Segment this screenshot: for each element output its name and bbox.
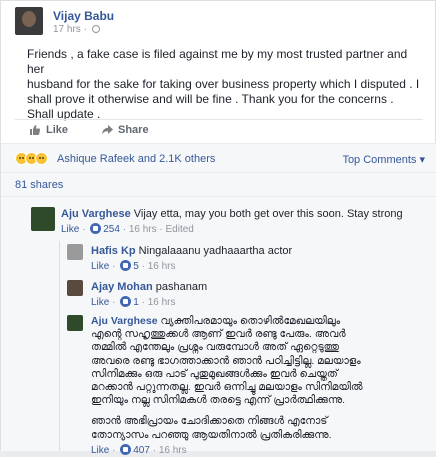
reply-thread-line — [59, 241, 60, 451]
reply-body: Ajay Mohan pashanam Like · 1 · 16 hrs — [91, 280, 421, 310]
haha-reaction-icon — [35, 152, 48, 165]
reply-author[interactable]: Hafis Kp — [91, 245, 136, 257]
reactions-bar: Ashique Rafeek and 2.1K others Top Comme… — [1, 143, 436, 173]
replier-avatar[interactable] — [67, 315, 83, 331]
post-time[interactable]: 17 hrs · — [53, 24, 100, 35]
author-name[interactable]: Vijay Babu — [53, 9, 114, 23]
reply-message: pashanam — [152, 281, 208, 293]
comment-like-link[interactable]: Like — [61, 224, 79, 235]
comment-text: Aju Varghese Vijay etta, may you both ge… — [61, 207, 421, 221]
post-text-line: shall prove it otherwise and will be fin… — [27, 92, 394, 106]
reply-text-line: മറക്കാൻ പറ്റുന്നതല്ല. ഇവർ ഒന്നിച്ചു മലയാ… — [91, 381, 363, 394]
comment-author[interactable]: Aju Varghese — [61, 208, 131, 220]
post-card: Vijay Babu 17 hrs · Friends , a fake cas… — [0, 0, 436, 456]
post-timestamp[interactable]: 17 hrs · — [53, 24, 87, 35]
share-label: Share — [118, 124, 149, 136]
like-count-icon — [120, 260, 132, 271]
reply-text-spacer — [91, 407, 431, 415]
like-count-icon — [120, 296, 132, 307]
post-text: Friends , a fake case is filed against m… — [27, 47, 427, 122]
thumbs-up-icon — [30, 125, 41, 135]
reply-time: · 16 hrs — [138, 261, 176, 272]
share-icon — [102, 125, 113, 135]
reply-body: Aju Varghese വ്യക്തിപരമായും തൊഴിൽമേഖലയില… — [91, 315, 431, 457]
reply-time: · 16 hrs — [138, 297, 176, 308]
like-button[interactable]: Like — [29, 124, 68, 136]
reply-text-line: അവരെ രണ്ടു ഭാഗത്താക്കാൻ ഞാൻ പഠിച്ചിട്ടില… — [91, 354, 361, 367]
reply-text-line: എന്റെ സഹൃത്തുക്കൾ ആണ് ഇവർ രണ്ടു പേരും. അ… — [91, 328, 346, 341]
reply-text-line: തോന്യാസം പറഞ്ഞു ആയതിനാൽ പ്രതികരിക്കുന്നു… — [91, 428, 332, 441]
reply-like-link[interactable]: Like — [91, 445, 109, 456]
shares-count[interactable]: 81 shares — [15, 179, 63, 191]
reply-text: Ajay Mohan pashanam — [91, 280, 421, 294]
commenter-avatar[interactable] — [31, 207, 55, 231]
comment-meta: Like · 254 · 16 hrs · Edited — [61, 223, 194, 235]
replier-avatar[interactable] — [67, 244, 83, 260]
shares-row: 81 shares — [1, 173, 436, 197]
like-label: Like — [46, 124, 69, 136]
reply-text-line: സിനിമക്കും ഒരു പാട് പുതുമുഖങ്ങൾക്കും ഇവർ… — [91, 367, 338, 380]
reply-like-link[interactable]: Like — [91, 261, 109, 272]
reaction-summary[interactable]: Ashique Rafeek and 2.1K others — [57, 153, 215, 165]
reply-like-link[interactable]: Like — [91, 297, 109, 308]
comment-like-count[interactable]: 254 — [103, 224, 120, 235]
author-avatar[interactable] — [15, 7, 43, 35]
reply-text-line: തമ്മിൽ എന്തേലും പ്രശ്നം വരുമ്പോൾ അത് ഏറ്… — [91, 341, 339, 354]
reply-like-count[interactable]: 407 — [133, 445, 150, 456]
reply-author[interactable]: Ajay Mohan — [91, 281, 153, 293]
globe-icon — [91, 25, 100, 33]
like-count-icon — [90, 223, 102, 234]
post-text-line: husband for the sake for taking over bus… — [27, 77, 420, 91]
reply-time: · 16 hrs — [149, 444, 187, 456]
reply-text-line: Aju Varghese വ്യക്തിപരമായും തൊഴിൽമേഖലയില… — [91, 315, 431, 328]
comment-time: · 16 hrs · Edited — [119, 224, 194, 235]
comments-area: Aju Varghese Vijay etta, may you both ge… — [1, 197, 436, 456]
top-comments-dropdown[interactable]: Top Comments ▾ — [342, 153, 425, 166]
reply-message: വ്യക്തിപരമായും തൊഴിൽമേഖലയിലും — [157, 315, 341, 327]
action-bar: Like Share — [15, 119, 423, 141]
reaction-icons[interactable] — [15, 152, 48, 165]
reply-text: Hafis Kp Ningalaaanu yadhaaartha actor — [91, 244, 421, 258]
reply-meta: Like · 5 · 16 hrs — [91, 260, 176, 272]
reply-message: Ningalaaanu yadhaaartha actor — [135, 245, 293, 257]
post-text-line: Friends , a fake case is filed against m… — [27, 47, 408, 76]
reply-author[interactable]: Aju Varghese — [91, 315, 158, 327]
share-button[interactable]: Share — [101, 124, 149, 136]
reply-text-line: ഇനിയും നല്ല സിനിമകൾ തരട്ടെ എന്ന് പ്രാർത്… — [91, 394, 346, 407]
like-count-icon — [120, 443, 132, 455]
reply-body: Hafis Kp Ningalaaanu yadhaaartha actor L… — [91, 244, 421, 274]
comment-message: Vijay etta, may you both get over this s… — [130, 208, 403, 220]
reply-meta: Like · 1 · 16 hrs — [91, 296, 176, 308]
comment-body: Aju Varghese Vijay etta, may you both ge… — [61, 207, 421, 237]
replier-avatar[interactable] — [67, 280, 83, 296]
reply-meta: Like · 407 · 16 hrs — [91, 443, 187, 456]
reply-text-line: ഞാൻ അഭിപ്രായം ചോദിക്കാതെ നിങ്ങൾ എനോട് — [91, 415, 328, 428]
